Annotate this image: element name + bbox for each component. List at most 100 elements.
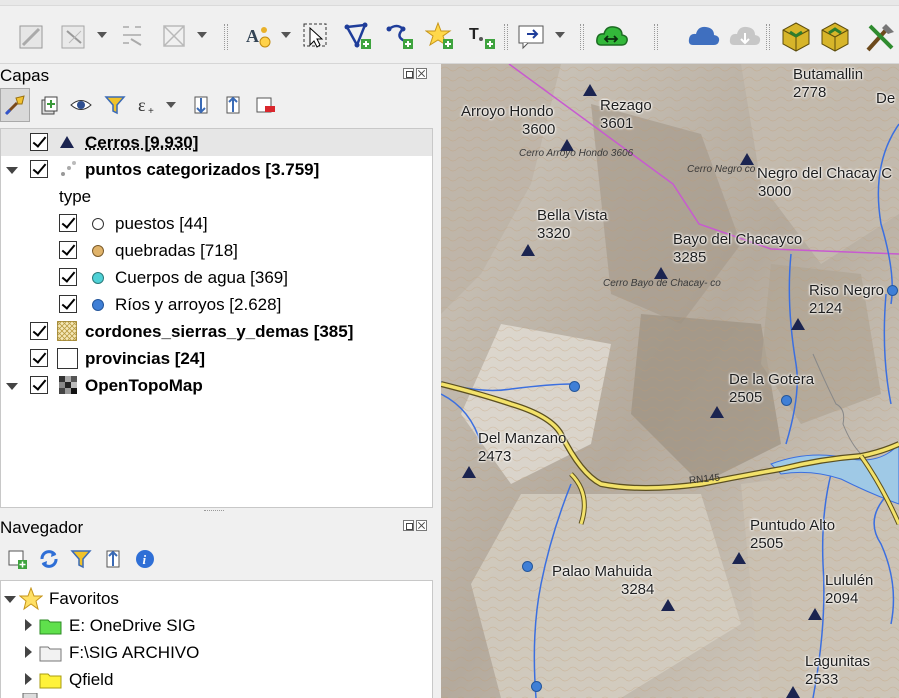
legend-row-rios-y-arroyos[interactable]: Ríos y arroyos [2.628] xyxy=(1,291,432,318)
layers-panel: Capas ε + Cerros [9.930] puntos categori… xyxy=(0,64,433,508)
peak-name: Bella Vista xyxy=(537,207,608,224)
close-panel-icon[interactable] xyxy=(416,68,427,79)
add-line-icon[interactable] xyxy=(382,18,418,54)
select-feature-icon[interactable] xyxy=(298,18,334,54)
chevron-down-icon[interactable] xyxy=(6,165,18,175)
circle-symbol-icon xyxy=(92,218,104,230)
chevron-right-icon[interactable] xyxy=(23,646,33,658)
circle-symbol-icon xyxy=(92,272,104,284)
next-item-icon xyxy=(22,693,38,698)
peak-name: Del Manzano xyxy=(478,430,567,447)
collapse-all-icon[interactable] xyxy=(218,88,248,122)
browser-item-favoritos[interactable]: Favoritos xyxy=(1,585,432,612)
peak-name: Bayo del Chacayco xyxy=(673,231,803,248)
yellow-folder-icon xyxy=(39,673,62,689)
node-tool-icon[interactable] xyxy=(156,18,192,54)
vertex-tool-dropdown-icon[interactable] xyxy=(97,30,107,40)
vertex-tool-icon[interactable] xyxy=(56,18,92,54)
add-point-favorite-icon[interactable] xyxy=(422,18,458,54)
main-toolbar: A T xyxy=(0,0,899,64)
layer-row-cerros[interactable]: Cerros [9.930] xyxy=(1,129,432,156)
legend-row-cuerpos-de-agua[interactable]: Cuerpos de agua [369] xyxy=(1,264,432,291)
tools-icon[interactable] xyxy=(863,18,899,54)
peak-elevation: 2505 xyxy=(750,535,784,552)
layer-row-puntos-categorizados[interactable]: puntos categorizados [3.759] xyxy=(1,156,432,183)
toolbar-separator xyxy=(504,24,508,50)
legend-row-puestos[interactable]: puestos [44] xyxy=(1,210,432,237)
layer-row-opentopomap[interactable]: OpenTopoMap xyxy=(1,372,432,399)
water-point[interactable] xyxy=(569,381,580,392)
filter-legend-icon[interactable] xyxy=(100,88,130,122)
browser-item-sig-archivo[interactable]: F:\SIG ARCHIVO xyxy=(1,639,432,666)
map-divider[interactable] xyxy=(433,64,441,698)
legend-checkbox[interactable] xyxy=(59,268,77,286)
layer-checkbox[interactable] xyxy=(30,160,48,178)
map-tip-icon[interactable] xyxy=(514,18,550,54)
water-point[interactable] xyxy=(522,561,533,572)
peak-triangle xyxy=(732,552,746,564)
remove-layer-icon[interactable] xyxy=(250,88,280,122)
filter-expression-dropdown-icon[interactable] xyxy=(166,100,176,110)
refresh-icon[interactable] xyxy=(34,544,64,574)
label-settings-icon[interactable]: A xyxy=(240,18,276,54)
circle-symbol-icon xyxy=(92,299,104,311)
water-point[interactable] xyxy=(531,681,542,692)
float-panel-icon[interactable] xyxy=(403,520,414,531)
text-annotation-icon[interactable]: T xyxy=(464,18,500,54)
node-tool-dropdown-icon[interactable] xyxy=(197,30,207,40)
layer-checkbox[interactable] xyxy=(30,349,48,367)
filter-expression-icon[interactable]: ε + xyxy=(132,88,162,122)
expand-all-icon[interactable] xyxy=(186,88,216,122)
layer-label: cordones_sierras_y_demas [385] xyxy=(85,322,354,341)
cloud-sync-icon[interactable] xyxy=(594,18,630,54)
layer-checkbox[interactable] xyxy=(30,133,48,151)
close-panel-icon[interactable] xyxy=(416,520,427,531)
legend-row-quebradas[interactable]: quebradas [718] xyxy=(1,237,432,264)
map-canvas[interactable]: RN145 Butamallin 2778 De Arroyo Hondo 36… xyxy=(441,64,899,698)
water-point[interactable] xyxy=(887,285,898,296)
browser-item-qfield[interactable]: Qfield xyxy=(1,666,432,693)
layer-checkbox[interactable] xyxy=(30,376,48,394)
info-icon[interactable]: i xyxy=(130,544,160,574)
map-tip-dropdown-icon[interactable] xyxy=(555,30,565,40)
peak-name: Lululén xyxy=(825,572,874,589)
peak-elevation: 2473 xyxy=(478,448,512,465)
chevron-right-icon[interactable] xyxy=(23,673,33,685)
cloud-download-icon[interactable] xyxy=(727,18,763,54)
browser-toolbar: i xyxy=(0,544,433,576)
chevron-down-icon[interactable] xyxy=(4,594,16,604)
legend-checkbox[interactable] xyxy=(59,214,77,232)
float-panel-icon[interactable] xyxy=(403,68,414,79)
3d-box-2-icon[interactable] xyxy=(817,18,853,54)
style-panel-icon[interactable] xyxy=(0,88,30,122)
layer-checkbox[interactable] xyxy=(30,322,48,340)
3d-box-icon[interactable] xyxy=(778,18,814,54)
filter-icon[interactable] xyxy=(66,544,96,574)
layer-row-cordones[interactable]: cordones_sierras_y_demas [385] xyxy=(1,318,432,345)
legend-checkbox[interactable] xyxy=(59,241,77,259)
water-point[interactable] xyxy=(781,395,792,406)
add-group-icon[interactable] xyxy=(34,88,64,122)
add-layer-icon[interactable] xyxy=(2,544,32,574)
chevron-down-icon[interactable] xyxy=(6,381,18,391)
toolbar-separator xyxy=(766,24,770,50)
edit-pencil-icon[interactable] xyxy=(14,18,50,54)
peak-elevation: 3285 xyxy=(673,249,707,266)
visibility-eye-icon[interactable] xyxy=(66,88,96,122)
splitter-grip[interactable] xyxy=(204,510,224,512)
chevron-right-icon[interactable] xyxy=(23,619,33,631)
peak-triangle xyxy=(661,599,675,611)
digitize-icon[interactable] xyxy=(114,18,150,54)
legend-heading: type xyxy=(59,187,92,206)
collapse-all-icon[interactable] xyxy=(98,544,128,574)
cloud-icon[interactable] xyxy=(686,18,722,54)
triangle-symbol-icon xyxy=(60,136,74,148)
legend-checkbox[interactable] xyxy=(59,295,77,313)
browser-panel: Navegador i Favoritos E: OneDrive SIG F:… xyxy=(0,514,433,698)
empty-box-symbol-icon xyxy=(57,348,78,369)
layer-row-provincias[interactable]: provincias [24] xyxy=(1,345,432,372)
label-settings-dropdown-icon[interactable] xyxy=(281,30,291,40)
green-folder-icon xyxy=(39,619,62,635)
browser-item-onedrive[interactable]: E: OneDrive SIG xyxy=(1,612,432,639)
add-polygon-icon[interactable] xyxy=(340,18,376,54)
